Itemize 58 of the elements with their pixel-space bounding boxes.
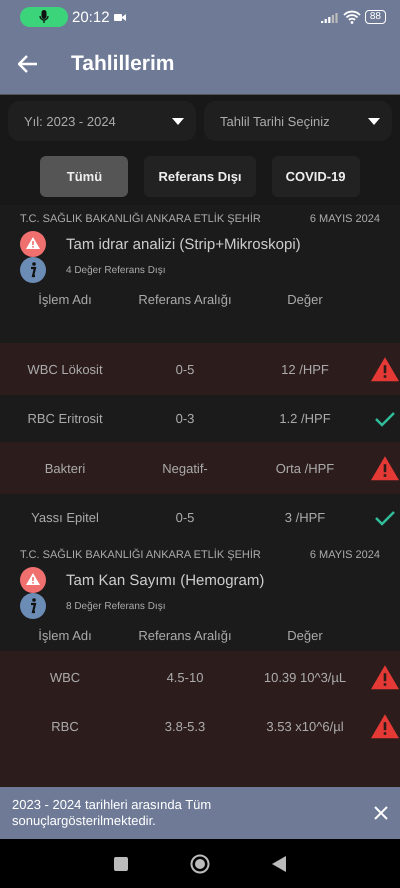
battery-level: 88 (364, 10, 386, 24)
reference-range: 0-5 (174, 510, 196, 525)
reference-range: 0-5 (174, 362, 196, 376)
recent-apps-icon[interactable] (114, 856, 128, 870)
result-value: 3.53 x10^6/µl (265, 719, 345, 734)
microphone-icon (39, 10, 49, 24)
warning-icon (20, 567, 46, 593)
column-header: Referans Aralığı (137, 292, 233, 306)
page-title: Tahlillerim (71, 52, 174, 76)
video-camera-icon (114, 12, 126, 22)
test-item-name: WBC Lökosit (26, 362, 104, 376)
back-arrow-icon[interactable] (18, 55, 38, 73)
reference-range: 3.8-5.3 (164, 719, 206, 734)
result-date: 6 MAYIS 2024 (310, 213, 380, 225)
check-icon (374, 510, 396, 526)
filter-tab[interactable]: Tümü (40, 156, 128, 197)
test-item-name: RBC Eritrosit (26, 411, 104, 426)
test-item-name: Yassı Epitel (30, 510, 100, 525)
test-item-name: Bakteri (44, 460, 86, 476)
result-value: Orta /HPF (274, 460, 336, 476)
column-header: Referans Aralığı (137, 628, 233, 642)
signal-icon (320, 12, 339, 22)
hospital-name: T.C. SAĞLIK BAKANLIĞI ANKARA ETLİK ŞEHİR (20, 213, 261, 225)
back-icon[interactable] (272, 856, 286, 872)
filter-dropdown[interactable]: Tahlil Tarihi Seçiniz (204, 101, 392, 141)
reference-range: 0-3 (174, 411, 196, 426)
result-value: 12 /HPF (280, 362, 330, 376)
snackbar-message: 2023 - 2024 tarihleri arasında Tüm sonuçlargösterilmektedir. (12, 797, 212, 829)
info-icon (20, 593, 46, 619)
check-icon (374, 410, 396, 426)
info-icon (20, 257, 46, 283)
warning-icon (20, 231, 46, 257)
close-icon[interactable] (374, 806, 388, 820)
wifi-icon (342, 10, 361, 24)
result-value: 1.2 /HPF (278, 411, 332, 426)
column-header: Değer (286, 628, 324, 642)
reference-range: Negatif- (161, 460, 209, 476)
test-name: Tam idrar analizi (Strip+Mikroskopi) (66, 236, 301, 252)
result-date: 6 MAYIS 2024 (310, 549, 380, 561)
test-item-name: WBC (48, 670, 82, 684)
out-of-range-count: 8 Değer Referans Dışı (66, 600, 166, 612)
home-icon[interactable] (190, 854, 210, 874)
out-of-range-count: 4 Değer Referans Dışı (66, 264, 166, 276)
result-value: 3 /HPF (284, 510, 326, 525)
column-header: Değer (286, 292, 324, 306)
reference-range: 4.5-10 (166, 670, 204, 684)
filter-tab[interactable]: COVID-19 (272, 156, 360, 197)
caret-icon (172, 118, 184, 124)
column-header: İşlem Adı (37, 292, 93, 306)
test-name: Tam Kan Sayımı (Hemogram) (66, 572, 264, 588)
test-item-name: RBC (50, 719, 80, 734)
filter-tab[interactable]: Referans Dışı (144, 156, 256, 197)
result-value: 10.39 10^3/µL (262, 670, 348, 684)
column-header: İşlem Adı (37, 628, 93, 642)
clock: 20:12 (72, 8, 110, 26)
caret-icon (368, 118, 380, 124)
filter-dropdown[interactable]: Yıl: 2023 - 2024 (8, 101, 196, 141)
hospital-name: T.C. SAĞLIK BAKANLIĞI ANKARA ETLİK ŞEHİR (20, 549, 261, 561)
